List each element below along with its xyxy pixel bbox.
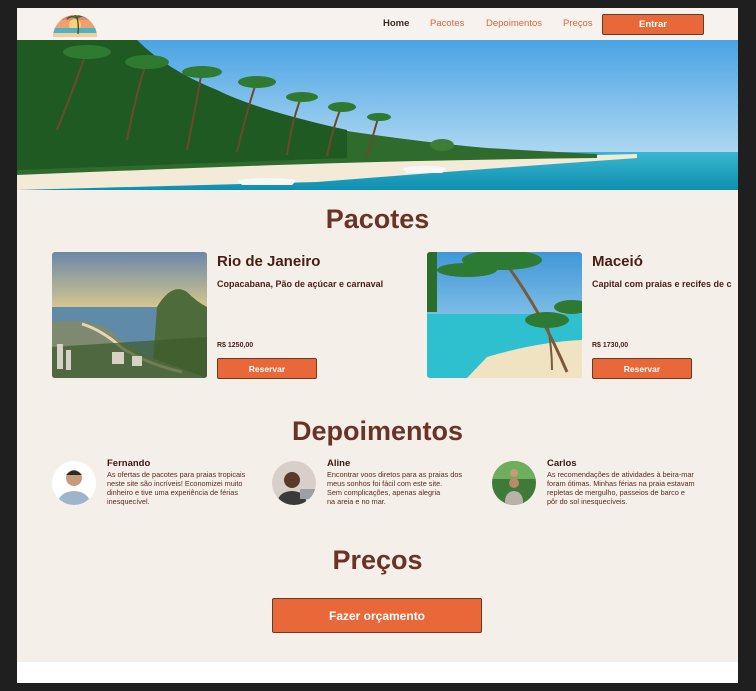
package-name-maceio: Maceió bbox=[592, 253, 643, 270]
page-footer-strip bbox=[17, 662, 738, 683]
logo-icon[interactable] bbox=[52, 10, 98, 38]
packages-title: Pacotes bbox=[325, 204, 430, 234]
testimonial-name-carlos: Carlos bbox=[547, 458, 577, 469]
package-desc-rio: Copacabana, Pão de açúcar e carnaval bbox=[217, 279, 384, 289]
nav-depoimentos[interactable]: Depoimentos bbox=[486, 18, 542, 29]
navbar: Home Pacotes Depoimentos Preços Entrar bbox=[17, 8, 738, 40]
prices-title: Preços bbox=[332, 545, 423, 575]
avatar-carlos bbox=[492, 461, 536, 505]
nav-pacotes[interactable]: Pacotes bbox=[430, 18, 464, 29]
maceio-image bbox=[427, 252, 582, 378]
hero-image bbox=[17, 40, 738, 190]
avatar-fernando bbox=[52, 461, 96, 505]
package-name-rio: Rio de Janeiro bbox=[217, 253, 321, 270]
rio-image bbox=[52, 252, 207, 378]
testimonials-title: Depoimentos bbox=[291, 416, 464, 446]
nav-home[interactable]: Home bbox=[383, 18, 409, 29]
testimonial-text-aline: Encontrar voos diretos para as praias do… bbox=[327, 470, 463, 506]
reserve-button-maceio[interactable]: Reservar bbox=[592, 358, 692, 379]
login-button[interactable]: Entrar bbox=[602, 14, 704, 35]
reserve-button-rio[interactable]: Reservar bbox=[217, 358, 317, 379]
quote-button[interactable]: Fazer orçamento bbox=[272, 598, 482, 633]
testimonial-text-carlos: As recomendações de atividades à beira-m… bbox=[547, 470, 695, 506]
page: Home Pacotes Depoimentos Preços Entrar P… bbox=[17, 8, 738, 683]
package-desc-maceio: Capital com praias e recifes de c bbox=[592, 279, 732, 289]
package-price-rio: R$ 1250,00 bbox=[217, 342, 254, 349]
package-price-maceio: R$ 1730,00 bbox=[592, 342, 629, 349]
testimonial-text-fernando: As ofertas de pacotes para praias tropic… bbox=[107, 470, 246, 506]
testimonial-name-aline: Aline bbox=[327, 458, 351, 469]
avatar-aline bbox=[272, 461, 316, 505]
nav-precos[interactable]: Preços bbox=[563, 18, 593, 29]
testimonial-name-fernando: Fernando bbox=[107, 458, 151, 469]
